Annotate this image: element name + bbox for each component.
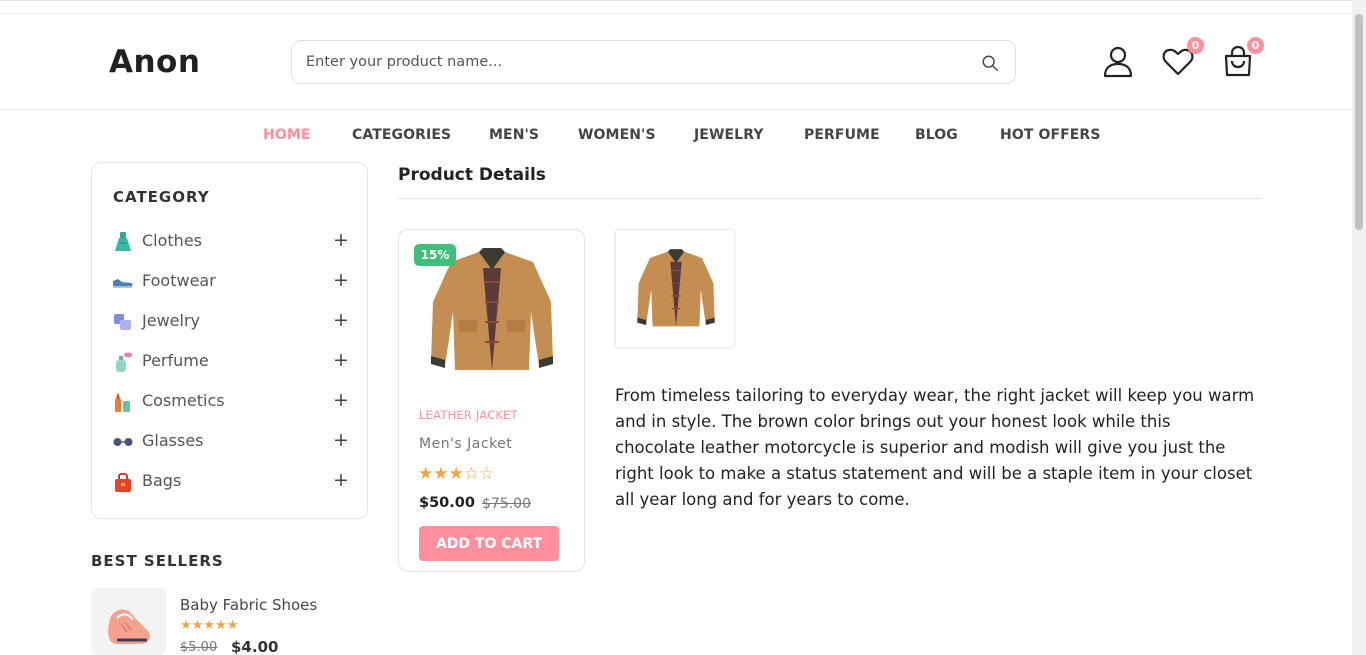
sidebar-item-clothes[interactable]: Clothes + [92,223,367,263]
add-to-cart-button[interactable]: ADD TO CART [419,526,559,561]
sidebar-item-jewelry[interactable]: Jewelry + [92,303,367,343]
sidebar-item-label: Clothes [142,231,202,250]
star-icon: ★ [191,618,204,633]
star-empty-icon: ☆ [479,464,495,484]
product-category[interactable]: LEATHER JACKET [419,408,518,422]
sidebar-item-label: Bags [142,471,182,490]
nav-blog[interactable]: BLOG [915,127,958,143]
perfume-icon [116,352,132,372]
shoe-icon [113,279,133,288]
product-rating: ★★★☆☆ [418,464,494,484]
star-icon: ★ [180,618,192,633]
nav-categories[interactable]: CATEGORIES [352,127,451,143]
discount-badge: 15% [414,244,456,266]
sidebar-item-glasses[interactable]: Glasses + [92,423,367,463]
nav-womens[interactable]: WOMEN'S [578,127,656,143]
expand-plus-icon[interactable]: + [333,469,349,491]
product-price: $50.00 [419,495,475,511]
best-seller-price: $4.00 [231,638,279,655]
site-header: Anon 0 0 [0,14,1352,110]
user-icon[interactable] [1101,44,1135,78]
sidebar-item-label: Cosmetics [142,391,225,410]
star-filled-icon: ★ [433,464,449,484]
watch-icon [114,314,131,330]
nav-home[interactable]: HOME [263,127,311,143]
nav-hot-offers[interactable]: HOT OFFERS [1000,127,1101,143]
product-card[interactable]: 15% LEATHER JACKET Men's Jacket ★★★☆☆ $5… [398,229,585,572]
bag-icon [115,472,131,492]
product-description: From timeless tailoring to everyday wear… [615,386,1255,509]
nav-mens[interactable]: MEN'S [489,127,539,143]
search-input[interactable] [306,41,946,83]
wishlist-count-badge: 0 [1187,37,1204,54]
main-nav: HOME CATEGORIES MEN'S WOMEN'S JEWELRY PE… [0,110,1352,162]
dress-icon [115,232,131,251]
product-thumbnail[interactable] [615,229,735,348]
glasses-icon [113,438,133,446]
baby-shoe-image [91,588,167,655]
star-filled-icon: ★ [418,464,434,484]
sidebar-item-cosmetics[interactable]: Cosmetics + [92,383,367,423]
expand-plus-icon[interactable]: + [333,429,349,451]
best-seller-old-price: $5.00 [180,640,218,655]
page-scrollbar[interactable] [1352,0,1366,655]
search-bar [291,40,1016,84]
sidebar-title: CATEGORY [113,188,210,206]
best-seller-image[interactable] [91,588,167,655]
sidebar-item-bags[interactable]: Bags + [92,463,367,503]
sidebar-item-perfume[interactable]: Perfume + [92,343,367,383]
star-filled-icon: ★ [448,464,464,484]
search-icon[interactable] [981,54,999,72]
best-seller-name[interactable]: Baby Fabric Shoes [180,596,317,614]
sidebar-item-label: Footwear [142,271,216,290]
sidebar-item-label: Glasses [142,431,204,450]
scrollbar-thumb[interactable] [1355,14,1363,230]
sidebar-item-label: Jewelry [142,311,200,330]
cosmetics-icon [115,392,130,412]
star-empty-icon: ☆ [463,464,479,484]
sidebar-item-footwear[interactable]: Footwear + [92,263,367,303]
best-sellers-title: BEST SELLERS [91,552,224,570]
expand-plus-icon[interactable]: + [333,349,349,371]
expand-plus-icon[interactable]: + [333,269,349,291]
site-logo[interactable]: Anon [109,44,200,80]
best-seller-rating: ★★★★★ [180,618,238,633]
cart-count-badge: 0 [1247,37,1264,54]
expand-plus-icon[interactable]: + [333,389,349,411]
star-icon: ★ [203,618,215,633]
expand-plus-icon[interactable]: + [333,229,349,251]
product-old-price: $75.00 [482,496,531,512]
star-icon: ★ [214,618,227,633]
product-name[interactable]: Men's Jacket [419,436,512,452]
category-sidebar: CATEGORY Clothes + Footwear + Jewelry + [91,162,368,519]
star-icon: ★ [226,618,239,633]
sidebar-item-label: Perfume [142,351,209,370]
expand-plus-icon[interactable]: + [333,309,349,331]
browser-top-strip [0,0,1352,14]
nav-jewelry[interactable]: JEWELRY [694,127,764,143]
title-divider [398,198,1262,199]
page-title: Product Details [398,165,546,185]
nav-perfume[interactable]: PERFUME [804,127,880,143]
jacket-thumbnail-image [637,249,715,327]
